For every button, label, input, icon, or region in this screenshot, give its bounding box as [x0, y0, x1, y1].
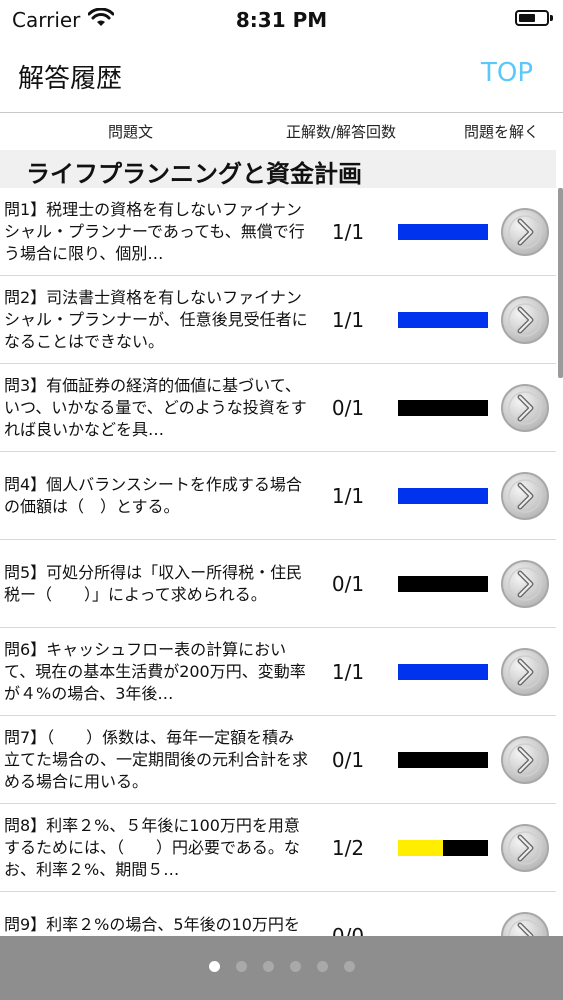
score-bar	[398, 839, 488, 856]
chevron-right-icon[interactable]	[500, 647, 550, 697]
score-bar	[398, 487, 488, 504]
score-bar-fill	[398, 311, 488, 328]
score-count: 1/1	[331, 307, 365, 332]
score-count: 0/0	[331, 923, 365, 937]
history-list[interactable]: 問1】税理士の資格を有しないファイナンシャル・プランナーであっても、無償で行う場…	[0, 188, 556, 936]
table-row[interactable]: 問3】有価証券の経済的価値に基づいて、いつ、いかなる量で、どのような投資をすれば…	[0, 364, 556, 452]
score-count: 1/1	[331, 219, 365, 244]
column-question: 問題文	[108, 123, 154, 141]
page-dots[interactable]	[0, 961, 563, 972]
section-title: ライフプランニングと資金計画	[26, 160, 362, 188]
table-row[interactable]: 問1】税理士の資格を有しないファイナンシャル・プランナーであっても、無償で行う場…	[0, 188, 556, 276]
page-title: 解答履歴	[18, 64, 123, 94]
score-bar	[398, 751, 488, 768]
column-score: 正解数/解答回数	[286, 123, 397, 141]
page-dot[interactable]	[262, 961, 274, 972]
page-dot[interactable]	[235, 961, 247, 972]
battery-icon	[515, 10, 553, 26]
score-bar-fill	[398, 839, 443, 856]
score-bar	[398, 399, 488, 416]
table-row[interactable]: 問2】司法書士資格を有しないファイナンシャル・プランナーが、任意後見受任者になる…	[0, 276, 556, 364]
navigation-bar: 解答履歴 TOP	[0, 40, 563, 113]
question-text: 問3】有価証券の経済的価値に基づいて、いつ、いかなる量で、どのような投資をすれば…	[4, 375, 307, 439]
table-row[interactable]: 問4】個人バランスシートを作成する場合の価額は（ ）とする。 1/1	[0, 452, 556, 540]
score-count: 1/1	[331, 659, 365, 684]
page-dot[interactable]	[343, 961, 355, 972]
score-bar	[398, 223, 488, 240]
chevron-right-icon[interactable]	[500, 823, 550, 873]
chevron-right-icon[interactable]	[500, 207, 550, 257]
chevron-right-icon[interactable]	[500, 911, 550, 937]
question-text: 問7】（ ）係数は、毎年一定額を積み立てた場合の、一定期間後の元利合計を求める場…	[4, 727, 308, 791]
chevron-right-icon[interactable]	[500, 735, 550, 785]
score-count: 0/1	[331, 395, 365, 420]
column-header: 問題文 正解数/解答回数 問題を解く	[0, 113, 563, 149]
status-bar: Carrier 8:31 PM	[0, 0, 563, 40]
question-text: 問2】司法書士資格を有しないファイナンシャル・プランナーが、任意後見受任者になる…	[4, 287, 308, 351]
table-row[interactable]: 問5】可処分所得は「収入ー所得税・住民税ー（ ）」によって求められる。 0/1	[0, 540, 556, 628]
score-bar-fill	[398, 663, 488, 680]
question-text: 問6】キャッシュフロー表の計算において、現在の基本生活費が200万円、変動率が４…	[4, 639, 306, 703]
scrollbar[interactable]	[558, 188, 563, 378]
table-row[interactable]: 問8】利率２%、５年後に100万円を用意するためには、（ ）円必要である。なお、…	[0, 804, 556, 892]
chevron-right-icon[interactable]	[500, 383, 550, 433]
chevron-right-icon[interactable]	[500, 295, 550, 345]
column-solve: 問題を解く	[464, 123, 540, 141]
table-row[interactable]: 問7】（ ）係数は、毎年一定額を積み立てた場合の、一定期間後の元利合計を求める場…	[0, 716, 556, 804]
section-header: ライフプランニングと資金計画	[0, 150, 556, 188]
question-text: 問9】利率２%の場合、5年後の10万円を現在の価値に置き換えると…	[4, 914, 300, 934]
question-text: 問4】個人バランスシートを作成する場合の価額は（ ）とする。	[4, 474, 302, 516]
score-bar	[398, 575, 488, 592]
score-bar-fill	[398, 223, 488, 240]
top-button[interactable]: TOP	[481, 58, 533, 88]
score-bar	[398, 311, 488, 328]
question-text: 問8】利率２%、５年後に100万円を用意するためには、（ ）円必要である。なお、…	[4, 815, 300, 879]
clock: 8:31 PM	[235, 8, 328, 32]
page-dot[interactable]	[289, 961, 301, 972]
page-control-bar	[0, 936, 563, 1000]
table-row[interactable]: 問9】利率２%の場合、5年後の10万円を現在の価値に置き換えると… 0/0	[0, 892, 556, 936]
score-count: 1/1	[331, 483, 365, 508]
chevron-right-icon[interactable]	[500, 559, 550, 609]
table-row[interactable]: 問6】キャッシュフロー表の計算において、現在の基本生活費が200万円、変動率が４…	[0, 628, 556, 716]
page-dot[interactable]	[316, 961, 328, 972]
score-count: 0/1	[331, 747, 365, 772]
question-text: 問5】可処分所得は「収入ー所得税・住民税ー（ ）」によって求められる。	[4, 562, 303, 604]
score-count: 0/1	[331, 571, 365, 596]
chevron-right-icon[interactable]	[500, 471, 550, 521]
page-dot[interactable]	[208, 961, 220, 972]
score-bar	[398, 663, 488, 680]
question-text: 問1】税理士の資格を有しないファイナンシャル・プランナーであっても、無償で行う場…	[4, 199, 305, 263]
score-count: 1/2	[331, 835, 365, 860]
score-bar-fill	[398, 487, 488, 504]
